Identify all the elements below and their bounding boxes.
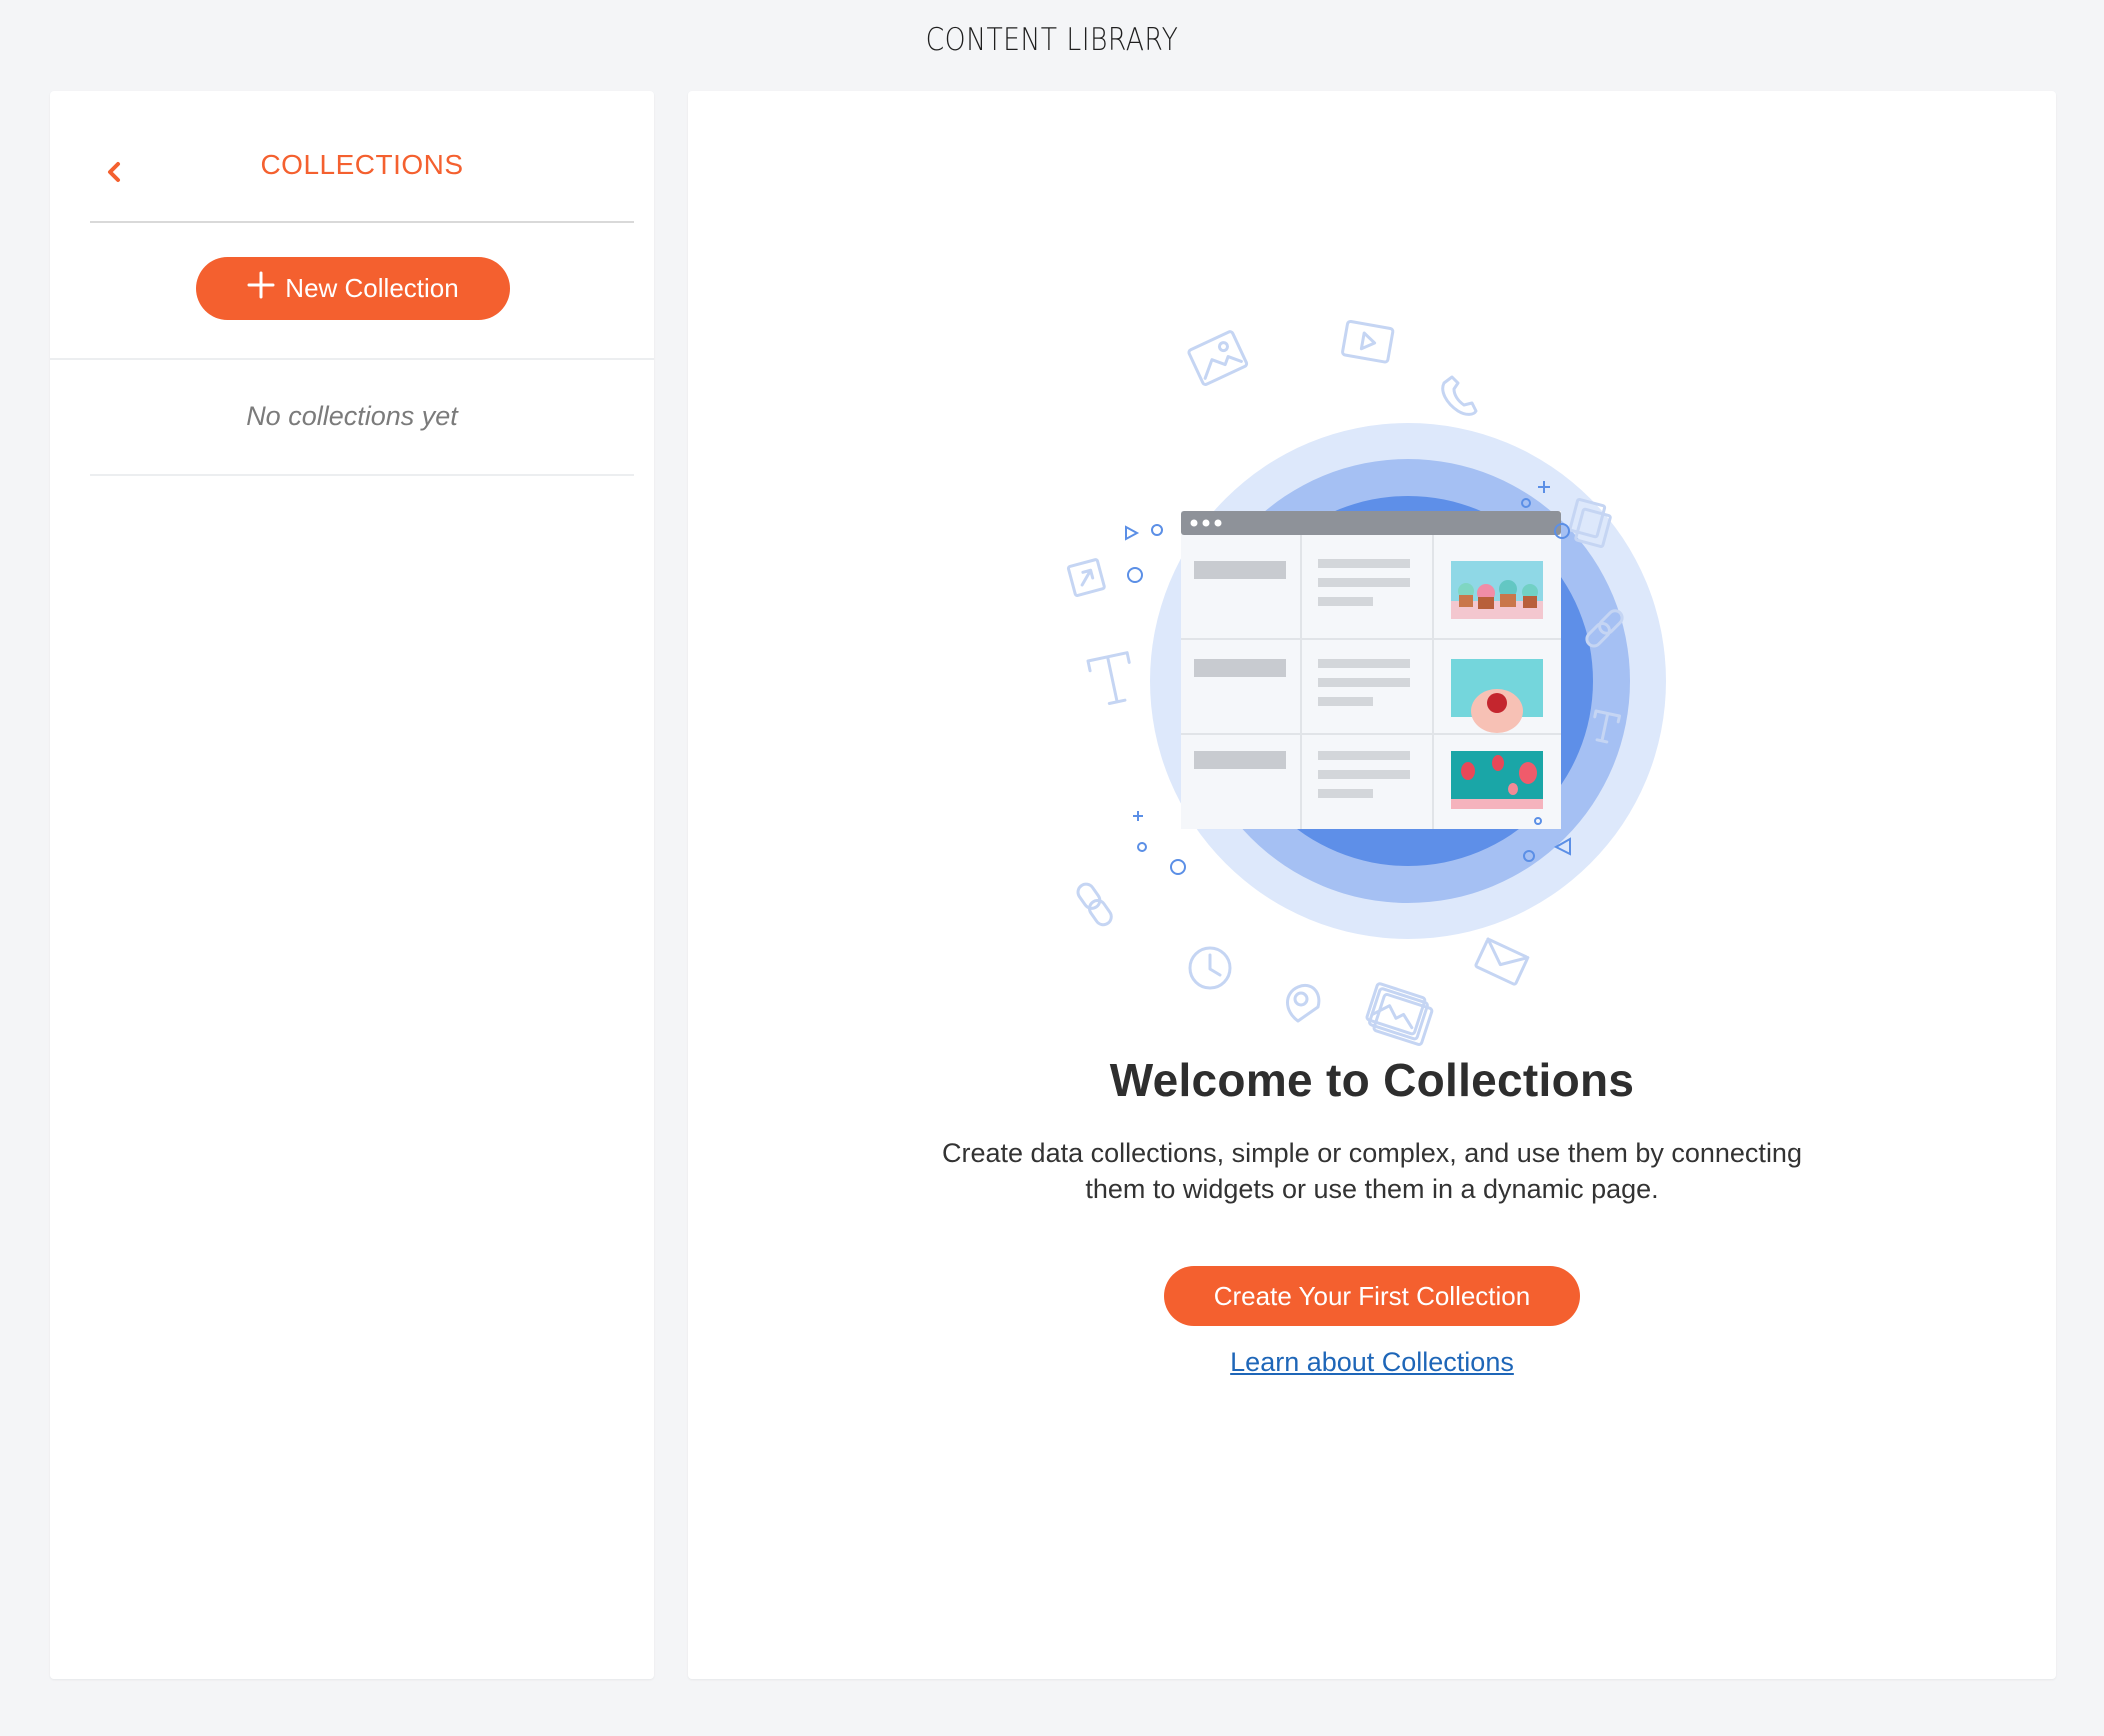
collections-sidebar: COLLECTIONS New Collection No collection… [50,91,654,1679]
sidebar-header: COLLECTIONS [90,91,634,223]
sidebar-divider [50,358,654,360]
empty-collections-text: No collections yet [246,401,458,431]
sidebar-divider [90,474,634,476]
sidebar-title: COLLECTIONS [260,149,464,180]
welcome-description-line: Create data collections, simple or compl… [942,1138,1802,1168]
welcome-description-line: them to widgets or use them in a dynamic… [1085,1174,1659,1204]
main-panel: Welcome to Collections Create data colle… [688,91,2056,1679]
welcome-title: Welcome to Collections [1109,1054,1635,1106]
new-collection-label: New Collection [285,273,459,303]
learn-link-container: Learn about Collections [688,1347,2056,1378]
collections-illustration [988,241,1828,1061]
create-first-collection-button[interactable]: Create Your First Collection [1164,1266,1580,1326]
welcome-description: Create data collections, simple or compl… [922,1135,1822,1207]
learn-about-collections-link[interactable]: Learn about Collections [1230,1347,1514,1377]
collections-illustration-graphic [1066,319,1666,1047]
page-title: CONTENT LIBRARY [925,22,1179,58]
plus-icon [247,271,275,306]
new-collection-button[interactable]: New Collection [196,257,510,320]
